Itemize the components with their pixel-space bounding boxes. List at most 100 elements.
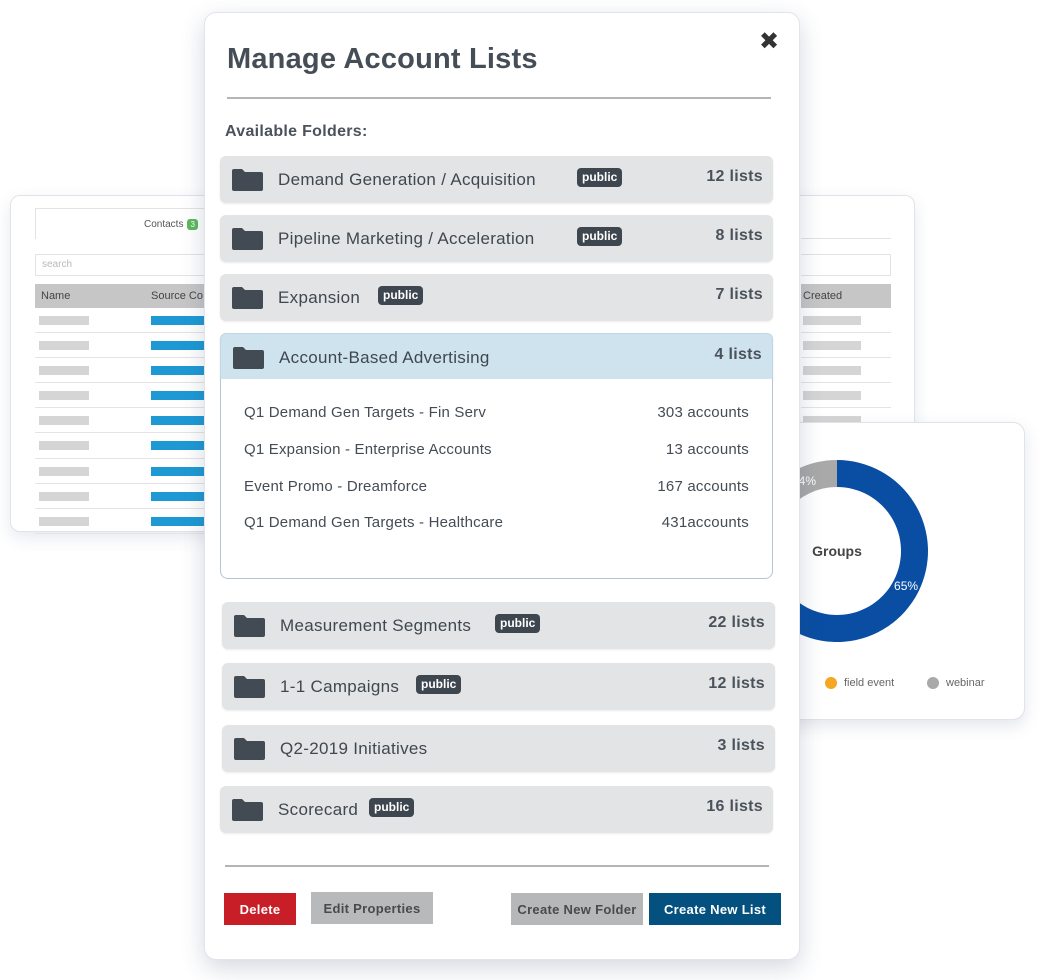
account-list-name: Q1 Expansion - Enterprise Accounts [244,441,492,458]
tab-contacts-label: Contacts [144,219,184,230]
legend-swatch-field-event [825,677,837,689]
create-new-folder-button[interactable]: Create New Folder [511,893,643,925]
legend-item-field-event: field event [825,677,894,689]
expanded-folder-panel: Q1 Demand Gen Targets - Fin Serv 303 acco… [220,379,773,579]
table-header: Name Source Co [35,284,215,308]
folder-list-count: 12 lists [708,675,765,692]
account-list-item[interactable]: Q1 Expansion - Enterprise Accounts 13 acc… [244,441,749,463]
placeholder-name-bar [39,466,89,476]
public-badge: public [369,798,415,817]
table-row[interactable] [35,308,215,334]
donut-slice-label: 65% [894,579,918,593]
folder-icon [232,169,263,191]
donut-center-label: Groups [812,543,862,559]
folder-row[interactable]: Measurement Segments public 22 lists [222,602,775,649]
create-new-list-button[interactable]: Create New List [649,893,781,925]
table-row[interactable] [35,408,215,434]
folder-name: Q2-2019 Initiatives [280,739,428,758]
folder-icon [232,228,263,250]
table-search-input-right [801,254,891,276]
table-row[interactable] [35,484,215,509]
edit-properties-button[interactable]: Edit Properties [311,892,433,924]
placeholder-name-bar [39,366,89,376]
account-count: 303 accounts [657,404,749,421]
folder-name: Account-Based Advertising [279,348,490,367]
table-row[interactable] [801,308,891,334]
divider [801,238,891,239]
folder-list-count: 12 lists [706,168,763,185]
public-badge: public [416,675,462,694]
folder-icon [232,799,263,821]
tab-contacts-badge: 3 [187,219,198,230]
placeholder-name-bar [39,441,89,451]
account-list-name: Event Promo - Dreamforce [244,478,428,495]
folder-name: Measurement Segments [280,616,472,635]
public-badge: public [378,286,424,305]
account-count: 167 accounts [657,478,749,495]
account-list-item[interactable]: Q1 Demand Gen Targets - Healthcare 431acc… [244,514,749,536]
table-row[interactable] [801,333,891,359]
folder-list-count: 4 lists [714,346,762,363]
table-row[interactable] [35,509,215,534]
placeholder-created-bar [803,391,861,401]
legend-item-webinar: webinar [927,677,985,689]
folder-name: Pipeline Marketing / Acceleration [278,229,535,248]
folder-list-count: 8 lists [715,227,763,244]
placeholder-created-bar [803,366,861,376]
account-list-name: Q1 Demand Gen Targets - Healthcare [244,514,504,531]
account-list-item[interactable]: Q1 Demand Gen Targets - Fin Serv 303 acco… [244,404,749,426]
manage-account-lists-modal: Manage Account Lists ✖ Available Folders… [204,12,800,960]
folder-icon [232,287,263,309]
close-icon[interactable]: ✖ [757,29,781,55]
placeholder-name-bar [39,516,89,526]
account-list-name: Q1 Demand Gen Targets - Fin Serv [244,404,487,421]
folder-row[interactable]: Expansion public 7 lists [220,274,773,321]
account-count: 13 accounts [665,441,749,458]
table-row[interactable] [35,433,215,459]
placeholder-name-bar [39,416,89,426]
public-badge: public [495,614,541,633]
folder-row[interactable]: 1-1 Campaigns public 12 lists [222,663,775,710]
table-row[interactable] [35,383,215,409]
legend-swatch-webinar [927,677,939,689]
folder-row[interactable]: Account-Based Advertising 4 lists [220,333,773,380]
table-search-input[interactable]: search [35,254,215,276]
legend-label-webinar: webinar [946,677,985,689]
placeholder-created-bar [803,341,861,351]
account-count: 431accounts [661,514,749,531]
table-row[interactable] [35,358,215,384]
placeholder-created-bar [803,316,861,325]
folder-list-count: 16 lists [706,798,763,815]
folder-name: Demand Generation / Acquisition [278,170,536,189]
folder-name: 1-1 Campaigns [280,677,400,696]
placeholder-name-bar [39,491,89,501]
folder-icon [234,738,265,760]
folder-row[interactable]: Pipeline Marketing / Acceleration public 8… [220,215,773,262]
folder-row[interactable]: Q2-2019 Initiatives 3 lists [222,725,775,772]
column-header-name[interactable]: Name [41,290,70,302]
available-folders-heading: Available Folders: [225,123,368,140]
folder-row[interactable]: Scorecard public 16 lists [220,786,773,833]
table-row[interactable] [35,333,215,359]
folder-icon [234,615,265,637]
placeholder-name-bar [39,341,89,351]
footer-divider [225,865,769,867]
delete-button[interactable]: Delete [224,893,296,925]
modal-title: Manage Account Lists [227,43,538,75]
folder-icon [233,347,264,369]
column-header-source[interactable]: Source Co [151,290,203,302]
column-header-created[interactable]: Created [801,284,891,308]
tab-contacts[interactable]: Contacts 3 [35,208,225,239]
folder-list-count: 7 lists [715,286,763,303]
folder-name: Scorecard [278,800,359,819]
table-row[interactable] [801,358,891,384]
table-body [35,308,215,534]
public-badge: public [577,168,623,187]
folder-row[interactable]: Demand Generation / Acquisition public 12 … [220,156,773,203]
placeholder-name-bar [39,316,89,325]
folder-list-count: 3 lists [717,737,765,754]
table-row[interactable] [801,383,891,409]
table-row[interactable] [35,459,215,484]
folder-list-count: 22 lists [708,614,765,631]
account-list-item[interactable]: Event Promo - Dreamforce 167 accounts [244,478,749,500]
